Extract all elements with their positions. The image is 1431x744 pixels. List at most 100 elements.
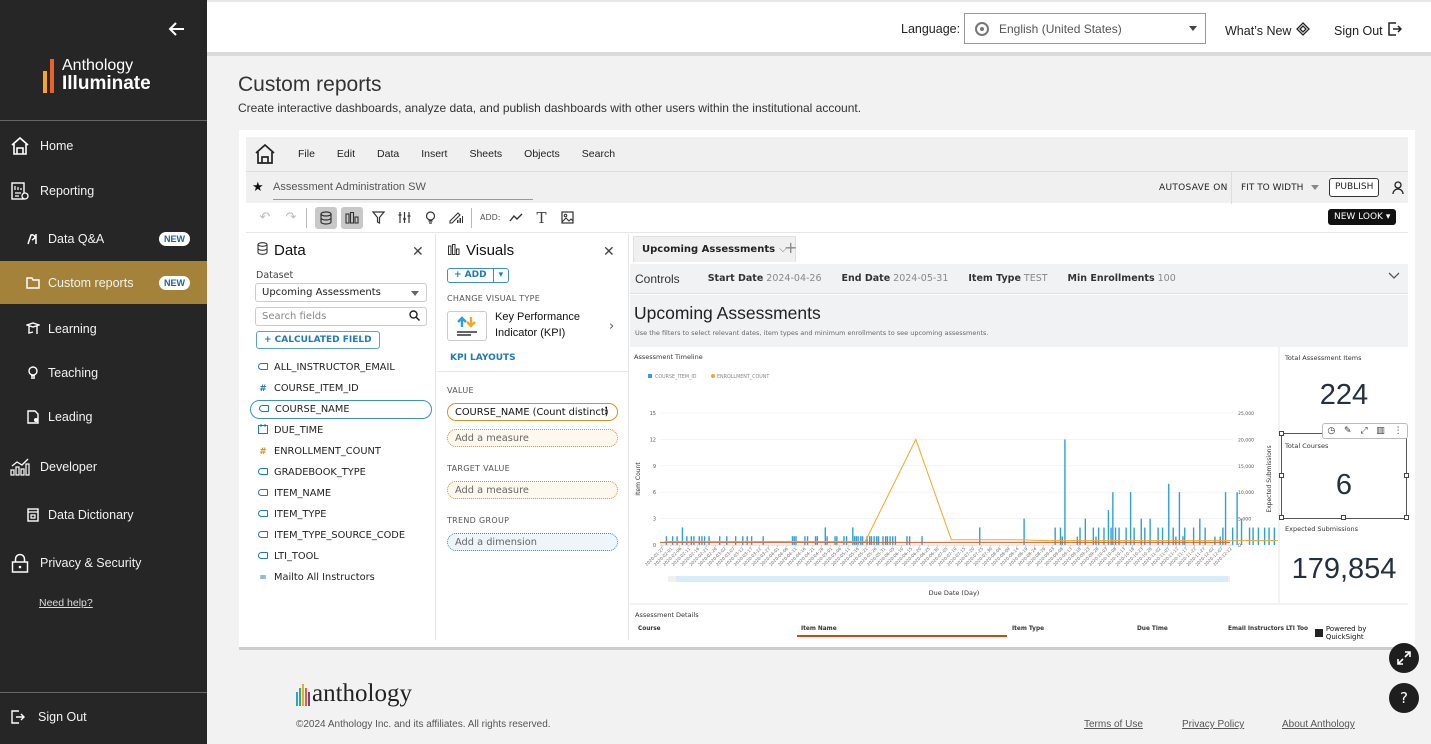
add-visual-button[interactable]: + ADD ▾ <box>447 268 510 283</box>
control-value: TEST <box>1023 273 1048 284</box>
sidebar-item-custom-reports[interactable]: Custom reports NEW <box>0 261 207 304</box>
resize-handle[interactable] <box>1279 431 1284 436</box>
menu-data[interactable]: Data <box>377 148 399 160</box>
menu-search[interactable]: Search <box>582 148 615 160</box>
close-data-panel-icon[interactable]: ✕ <box>412 244 424 260</box>
visual-type-selector[interactable]: Key Performance Indicator (KPI) › <box>447 308 619 344</box>
control-start-date[interactable]: Start Date 2024-04-26 <box>708 273 822 284</box>
column-header-item-name[interactable]: Item Name <box>801 626 837 632</box>
menu-sheets[interactable]: Sheets <box>469 148 502 160</box>
dataset-select[interactable]: Upcoming Assessments <box>255 283 427 302</box>
field-item[interactable]: COURSE_NAME <box>250 400 432 419</box>
field-item[interactable]: ITEM_TYPE_SOURCE_CODE <box>250 526 432 545</box>
field-item[interactable]: ITEM_NAME <box>250 484 432 503</box>
undo-icon[interactable]: ↶ <box>254 207 276 229</box>
sidebar-sign-out[interactable]: Sign Out <box>0 697 205 737</box>
reporting-icon <box>10 181 30 201</box>
sheet-tab-upcoming-assessments[interactable]: Upcoming Assessments ⌵ <box>633 236 796 262</box>
kpi-expected-submissions[interactable]: Expected Submissions 179,854 <box>1280 519 1408 603</box>
user-icon[interactable] <box>1392 180 1404 195</box>
add-visual-dropdown-icon[interactable]: ▾ <box>492 269 509 282</box>
control-item-type[interactable]: Item Type TEST <box>968 273 1047 284</box>
column-header-lti-tool[interactable]: LTI Too <box>1286 626 1308 632</box>
autosave-status[interactable]: AUTOSAVE ON <box>1159 183 1228 193</box>
column-header-email-instructors[interactable]: Email Instructors <box>1228 626 1284 632</box>
add-measure-dropzone[interactable]: Add a measure <box>447 429 618 447</box>
help-button[interactable]: ? <box>1389 683 1419 713</box>
target-value-dropzone[interactable]: Add a measure <box>447 481 618 499</box>
sidebar-item-developer[interactable]: Developer <box>0 447 207 487</box>
whats-new-link[interactable]: What’s New <box>1225 22 1311 39</box>
fit-to-width-dropdown[interactable]: FIT TO WIDTH <box>1241 183 1320 193</box>
sidebar-item-teaching[interactable]: Teaching <box>0 353 207 393</box>
menu-file[interactable]: File <box>298 148 315 160</box>
field-item[interactable]: # ENROLLMENT_COUNT <box>250 442 432 461</box>
field-item[interactable]: DUE_TIME <box>250 421 432 440</box>
trend-group-dropzone[interactable]: Add a dimension <box>447 533 618 551</box>
publish-button[interactable]: PUBLISH <box>1329 178 1380 197</box>
field-item[interactable]: = Mailto All Instructors <box>250 568 432 587</box>
new-look-dropdown[interactable]: NEW LOOK ▾ <box>1328 209 1397 225</box>
collapse-sidebar-arrow-icon[interactable] <box>168 20 188 40</box>
expand-icon[interactable]: ⤢ <box>1360 426 1367 436</box>
sidebar-item-privacy-security[interactable]: Privacy & Security <box>0 543 207 583</box>
column-header-course[interactable]: Course <box>638 626 661 632</box>
menu-objects[interactable]: Objects <box>524 148 560 160</box>
add-text-box-icon[interactable]: T <box>531 207 553 229</box>
menu-edit[interactable]: Edit <box>337 148 355 160</box>
quicksight-home-icon[interactable] <box>254 143 276 165</box>
layout-icon[interactable]: ▥ <box>1376 426 1385 436</box>
search-icon <box>409 310 421 324</box>
clock-icon[interactable]: ◷ <box>1327 426 1335 436</box>
filter-icon[interactable] <box>367 207 389 229</box>
collapse-controls-icon[interactable] <box>1388 272 1400 283</box>
visuals-pane-toggle-icon[interactable] <box>341 206 363 229</box>
field-item[interactable]: LTI_TOOL <box>250 547 432 566</box>
terms-of-use-link[interactable]: Terms of Use <box>1084 719 1143 730</box>
add-visual-icon[interactable] <box>505 207 527 229</box>
column-header-item-type[interactable]: Item Type <box>1012 626 1044 632</box>
privacy-policy-link[interactable]: Privacy Policy <box>1182 719 1244 730</box>
sidebar-item-reporting[interactable]: Reporting <box>0 171 207 211</box>
about-anthology-link[interactable]: About Anthology <box>1282 719 1355 730</box>
add-sheet-icon[interactable]: + <box>784 238 797 257</box>
kpi-label: Expected Submissions <box>1285 525 1358 533</box>
column-header-due-time[interactable]: Due Time <box>1137 626 1168 632</box>
close-visuals-panel-icon[interactable]: ✕ <box>603 244 615 260</box>
calculated-field-button[interactable]: + CALCULATED FIELD <box>256 331 380 349</box>
menu-insert[interactable]: Insert <box>421 148 447 160</box>
kpi-total-assessment-items[interactable]: Total Assessment Items 224 <box>1280 347 1408 433</box>
language-select[interactable]: English (United States) <box>964 13 1206 44</box>
value-field-pill[interactable]: COURSE_NAME (Count distinct) ⋮ <box>447 403 618 421</box>
field-item[interactable]: ALL_INSTRUCTOR_EMAIL <box>250 358 432 377</box>
kpi-layouts-link[interactable]: KPI LAYOUTS <box>450 353 516 363</box>
data-pane-toggle-icon[interactable] <box>315 206 337 229</box>
favorite-star-icon[interactable]: ★ <box>252 180 264 195</box>
format-visual-icon[interactable] <box>445 207 467 229</box>
sidebar-item-home[interactable]: Home <box>0 126 207 166</box>
sidebar-item-data-qa[interactable]: Data Q&A NEW <box>0 219 207 259</box>
sidebar-item-data-dictionary[interactable]: Data Dictionary <box>0 495 207 535</box>
search-fields-input[interactable]: Search fields <box>255 307 427 326</box>
assessment-timeline-visual[interactable]: Assessment Timeline COURSE_ITEM_ID ENROLLM… <box>630 347 1322 603</box>
more-options-icon[interactable]: ⋮ <box>601 406 611 417</box>
sidebar-item-leading[interactable]: Leading <box>0 397 207 437</box>
control-end-date[interactable]: End Date 2024-05-31 <box>842 273 949 284</box>
sign-out-link[interactable]: Sign Out <box>1334 22 1402 39</box>
parameters-icon[interactable] <box>393 207 415 229</box>
redo-icon[interactable]: ↷ <box>280 207 302 229</box>
kpi-total-courses[interactable]: ◷ ✎ ⤢ ▥ ⋮ Total Courses 6 <box>1279 423 1409 520</box>
field-item[interactable]: ITEM_TYPE <box>250 505 432 524</box>
format-visual-icon[interactable]: ✎ <box>1344 426 1352 436</box>
add-image-icon[interactable] <box>557 207 579 229</box>
insights-lightbulb-icon[interactable] <box>419 207 441 229</box>
need-help-link[interactable]: Need help? <box>39 597 93 609</box>
analysis-name-input[interactable]: Assessment Administration SW <box>273 181 533 200</box>
field-item[interactable]: # COURSE_ITEM_ID <box>250 379 432 398</box>
sidebar-item-learning[interactable]: Learning <box>0 309 207 349</box>
fullscreen-expand-button[interactable] <box>1389 643 1419 673</box>
assessment-details-table[interactable]: Assessment Details Course Item Name Item… <box>630 605 1408 642</box>
control-min-enrollments[interactable]: Min Enrollments 100 <box>1068 273 1176 284</box>
field-item[interactable]: GRADEBOOK_TYPE <box>250 463 432 482</box>
more-options-icon[interactable]: ⋮ <box>1394 426 1403 436</box>
